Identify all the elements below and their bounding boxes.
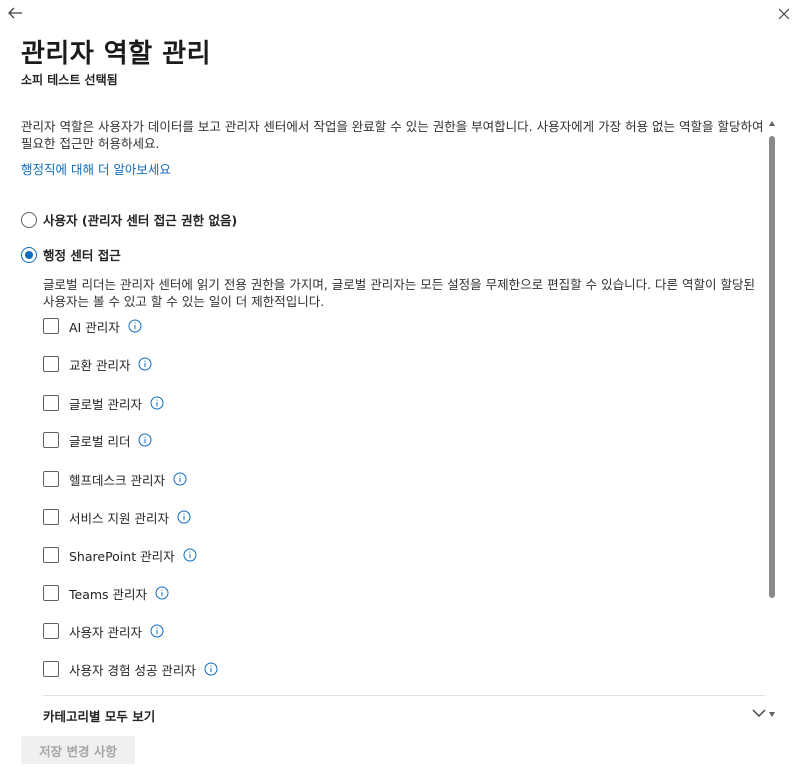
intro-section: 관리자 역할은 사용자가 데이터를 보고 관리자 센터에서 작업을 완료할 수 … <box>21 118 766 178</box>
panel-topbar <box>0 0 800 30</box>
role-label: 헬프데스크 관리자 <box>69 472 165 488</box>
role-checkbox[interactable] <box>43 661 59 677</box>
role-service-support-admin[interactable]: 서비스 지원 관리자 <box>43 507 191 527</box>
role-ai-admin[interactable]: AI 관리자 <box>43 316 142 336</box>
role-checkbox[interactable] <box>43 471 59 487</box>
role-checkbox[interactable] <box>43 395 59 411</box>
role-checkbox[interactable] <box>43 623 59 639</box>
info-icon[interactable] <box>128 319 142 333</box>
close-icon[interactable] <box>776 6 792 22</box>
role-label: 사용자 관리자 <box>69 624 142 640</box>
info-icon[interactable] <box>150 624 164 638</box>
page-title: 관리자 역할 관리 <box>21 39 212 69</box>
role-checkbox[interactable] <box>43 509 59 525</box>
role-user-admin[interactable]: 사용자 관리자 <box>43 621 164 641</box>
view-all-by-category[interactable]: 카테고리별 모두 보기 <box>43 706 155 725</box>
role-checkbox[interactable] <box>43 432 59 448</box>
role-label: AI 관리자 <box>69 319 120 335</box>
role-checkbox[interactable] <box>43 356 59 372</box>
role-label: Teams 관리자 <box>69 586 148 602</box>
intro-description: 관리자 역할은 사용자가 데이터를 보고 관리자 센터에서 작업을 완료할 수 … <box>21 119 764 151</box>
role-label: 서비스 지원 관리자 <box>69 510 169 526</box>
admin-access-description: 글로벌 리더는 관리자 센터에 읽기 전용 권한을 가지며, 글로벌 관리자는 … <box>43 277 755 309</box>
scroll-up-icon[interactable] <box>769 121 775 126</box>
scroll-down-icon[interactable] <box>769 712 775 717</box>
role-checkbox[interactable] <box>43 585 59 601</box>
role-global-reader[interactable]: 글로벌 리더 <box>43 430 152 450</box>
learn-more-link[interactable]: 행정직에 대해 더 알아보세요 <box>21 159 171 178</box>
save-changes-button[interactable]: 저장 변경 사항 <box>21 736 135 764</box>
role-label: SharePoint 관리자 <box>69 548 175 564</box>
info-icon[interactable] <box>155 586 169 600</box>
back-arrow-icon[interactable] <box>6 4 24 22</box>
radio-button-selected[interactable] <box>21 246 37 263</box>
radio-label: 행정 센터 접근 <box>43 248 121 263</box>
radio-admin-center-access[interactable]: 행정 센터 접근 <box>21 245 121 264</box>
radio-button[interactable] <box>21 211 37 228</box>
info-icon[interactable] <box>177 510 191 524</box>
radio-dot <box>25 250 33 259</box>
role-sharepoint-admin[interactable]: SharePoint 관리자 <box>43 545 197 565</box>
role-exchange-admin[interactable]: 교환 관리자 <box>43 354 152 374</box>
info-icon[interactable] <box>183 548 197 562</box>
role-helpdesk-admin[interactable]: 헬프데스크 관리자 <box>43 469 187 489</box>
role-label: 교환 관리자 <box>69 357 131 373</box>
info-icon[interactable] <box>204 662 218 676</box>
info-icon[interactable] <box>138 357 152 371</box>
chevron-down-icon[interactable] <box>751 707 767 719</box>
role-teams-admin[interactable]: Teams 관리자 <box>43 583 169 603</box>
radio-label: 사용자 (관리자 센터 접근 권한 없음) <box>43 213 238 228</box>
section-divider <box>43 695 765 696</box>
role-label: 사용자 경험 성공 관리자 <box>69 662 196 678</box>
role-label: 글로벌 관리자 <box>69 396 142 412</box>
role-user-experience-success-admin[interactable]: 사용자 경험 성공 관리자 <box>43 659 218 679</box>
role-checkbox[interactable] <box>43 318 59 334</box>
info-icon[interactable] <box>138 433 152 447</box>
role-label: 글로벌 리더 <box>69 433 131 449</box>
radio-no-admin-access[interactable]: 사용자 (관리자 센터 접근 권한 없음) <box>21 210 237 229</box>
vertical-scrollbar[interactable] <box>766 118 778 722</box>
info-icon[interactable] <box>173 472 187 486</box>
info-icon[interactable] <box>150 396 164 410</box>
scroll-thumb[interactable] <box>769 136 775 598</box>
role-checkbox[interactable] <box>43 547 59 563</box>
selected-user-subtitle: 소피 테스트 선택됨 <box>21 73 118 87</box>
role-global-admin[interactable]: 글로벌 관리자 <box>43 393 164 413</box>
